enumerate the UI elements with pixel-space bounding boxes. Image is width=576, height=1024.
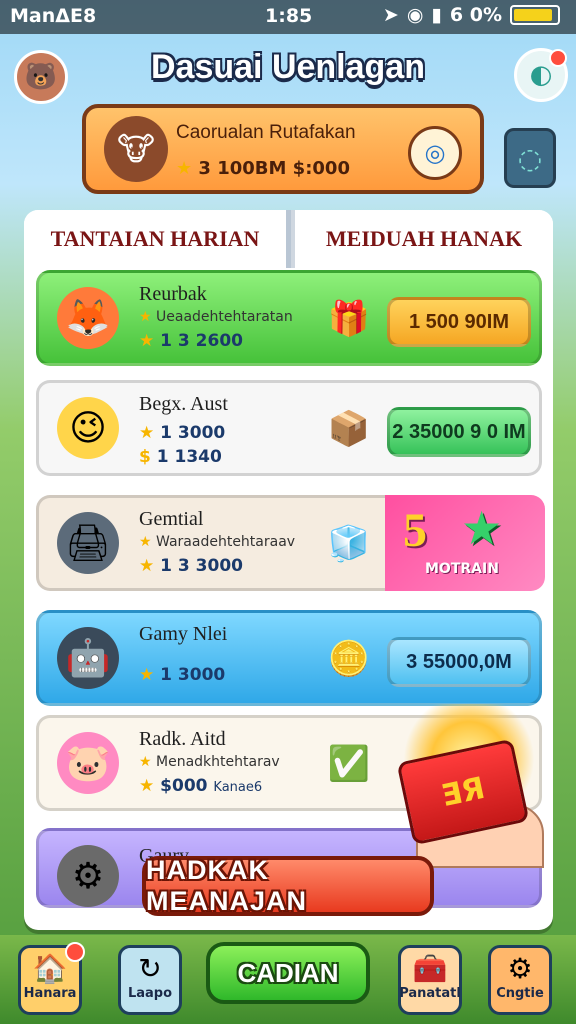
carrier-label: ManΔE8 <box>10 5 97 27</box>
quest-card[interactable]: 🤖 Gamy Nlei ★ 1 3000 🪙 3 55000,0M <box>36 610 542 706</box>
compass-icon: ◐ <box>529 60 553 90</box>
gear-icon: ⚙ <box>507 952 533 985</box>
quest-title: Gemtial <box>139 508 204 530</box>
nav-main-button[interactable]: CADIAN <box>206 942 370 1004</box>
bonus-number: 5 <box>403 504 427 557</box>
quest-reward: ★ $000 Kanae6 <box>139 776 263 796</box>
quest-title: Begx. Aust <box>139 393 228 415</box>
quest-title: Reurbak <box>139 283 207 305</box>
quest-desc: ★ Ueaadehtehtaratan <box>139 309 293 325</box>
machine-icon: 🖨 <box>57 512 119 574</box>
claim-button[interactable]: 3 55000,0M <box>387 637 531 687</box>
wifi-icon: ◉ <box>406 4 424 26</box>
quest-reward: ★ 1 3000 <box>139 423 226 443</box>
home-icon: 🏠 <box>32 952 68 985</box>
star-icon: ★ <box>139 534 152 550</box>
page-title: Dasuai Uenlagan <box>151 48 425 86</box>
gift-box-icon: 🎁 <box>327 299 371 339</box>
claim-button[interactable]: 1 500 90IM <box>387 297 531 347</box>
crate-icon: 📦 <box>327 409 371 449</box>
coin-icon: $ <box>139 447 151 467</box>
star-icon: ★ <box>139 556 155 576</box>
quest-desc: ★ Waraadehtehtaraav <box>139 534 296 550</box>
signal-icon: ▮ <box>431 4 442 26</box>
tool-icon: ⚙ <box>57 845 119 907</box>
tab-bar: TANTAIAN HARIAN MEIDUAH HANAK <box>24 210 553 270</box>
green-star-icon: ★ <box>461 501 503 555</box>
battery-icon <box>510 5 560 25</box>
star-icon: ★ <box>139 665 155 685</box>
chest-icon: 🧰 <box>412 952 448 985</box>
side-menu-button[interactable]: ◌ <box>504 128 556 188</box>
coin-icon: 🪙 <box>327 639 371 679</box>
robot-icon: 🤖 <box>57 627 119 689</box>
banner-action-button[interactable]: ◎ <box>408 126 462 180</box>
tab-weekly[interactable]: MEIDUAH HANAK <box>291 210 553 268</box>
star-icon: ★ <box>139 331 155 351</box>
claim-button[interactable]: 2 35000 9 0 IM <box>387 407 531 457</box>
quest-reward-secondary: $ 1 1340 <box>139 447 222 467</box>
check-coin-icon: ✅ <box>327 744 371 784</box>
battery-percent: 6 0% <box>449 4 502 26</box>
star-icon: ★ <box>139 423 155 443</box>
banner-title: Caorualan Rutafakan <box>176 122 356 143</box>
notifications-button[interactable]: ◐ <box>514 48 568 102</box>
quest-title: Gamy Nlei <box>139 623 228 645</box>
bonus-badge[interactable]: 5 ★ MOTRAIN <box>385 495 545 591</box>
quest-desc: ★ Menadkhtehtarav <box>139 754 280 770</box>
clock: 1:85 <box>265 5 313 27</box>
tab-daily[interactable]: TANTAIAN HARIAN <box>24 210 286 268</box>
quest-card[interactable]: 🖨 Gemtial ★ Waraadehtehtaraav ★ 1 3 3000… <box>36 495 545 591</box>
fox-icon: 🦊 <box>57 287 119 349</box>
star-icon: ★ <box>139 776 155 796</box>
nav-home[interactable]: 🏠 Hanara <box>18 942 85 1015</box>
location-icon: ➤ <box>382 4 399 26</box>
nav-inventory[interactable]: 🧰 Panatatl <box>398 945 462 1015</box>
claim-all-button[interactable]: HADKAK MEANAJAN <box>142 855 434 916</box>
nav-settings[interactable]: ⚙ Cngtie <box>488 945 552 1015</box>
bonus-label: MOTRAIN <box>425 561 499 577</box>
star-icon: ★ <box>139 754 152 770</box>
quest-title: Radk. Aitd <box>139 728 226 750</box>
quest-card[interactable]: 😉 Begx. Aust ★ 1 3000 $ 1 1340 📦 2 35000… <box>36 380 542 476</box>
refresh-icon: ↻ <box>138 952 162 985</box>
quest-reward: ★ 1 3 2600 <box>139 331 243 351</box>
character-icon: 🐮 <box>104 116 168 182</box>
status-icons: ➤ ◉ ▮ 6 0% <box>383 4 560 26</box>
reward-gift[interactable]: ƎЯ <box>394 704 544 868</box>
quest-reward: ★ 1 3000 <box>139 665 226 685</box>
ring-icon: ◌ <box>517 141 543 175</box>
cube-icon: 🧊 <box>327 524 371 564</box>
nav-refresh[interactable]: ↻ Laapo <box>118 945 182 1015</box>
notification-dot <box>65 942 85 962</box>
star-icon: ★ <box>176 158 193 179</box>
pig-icon: 🐷 <box>57 732 119 794</box>
boost-icon: ◎ <box>424 139 446 167</box>
smiley-icon: 😉 <box>57 397 119 459</box>
notification-dot <box>549 49 567 67</box>
event-banner[interactable]: 🐮 Caorualan Rutafakan ★ 3 100BM $:000 ◎ <box>82 104 484 194</box>
banner-reward: ★ 3 100BM $:000 <box>176 158 350 179</box>
star-icon: ★ <box>139 309 152 325</box>
quest-reward: ★ 1 3 3000 <box>139 556 243 576</box>
status-bar: ManΔE8 1:85 ➤ ◉ ▮ 6 0% <box>0 0 576 34</box>
quest-card[interactable]: 🦊 Reurbak ★ Ueaadehtehtaratan ★ 1 3 2600… <box>36 270 542 366</box>
